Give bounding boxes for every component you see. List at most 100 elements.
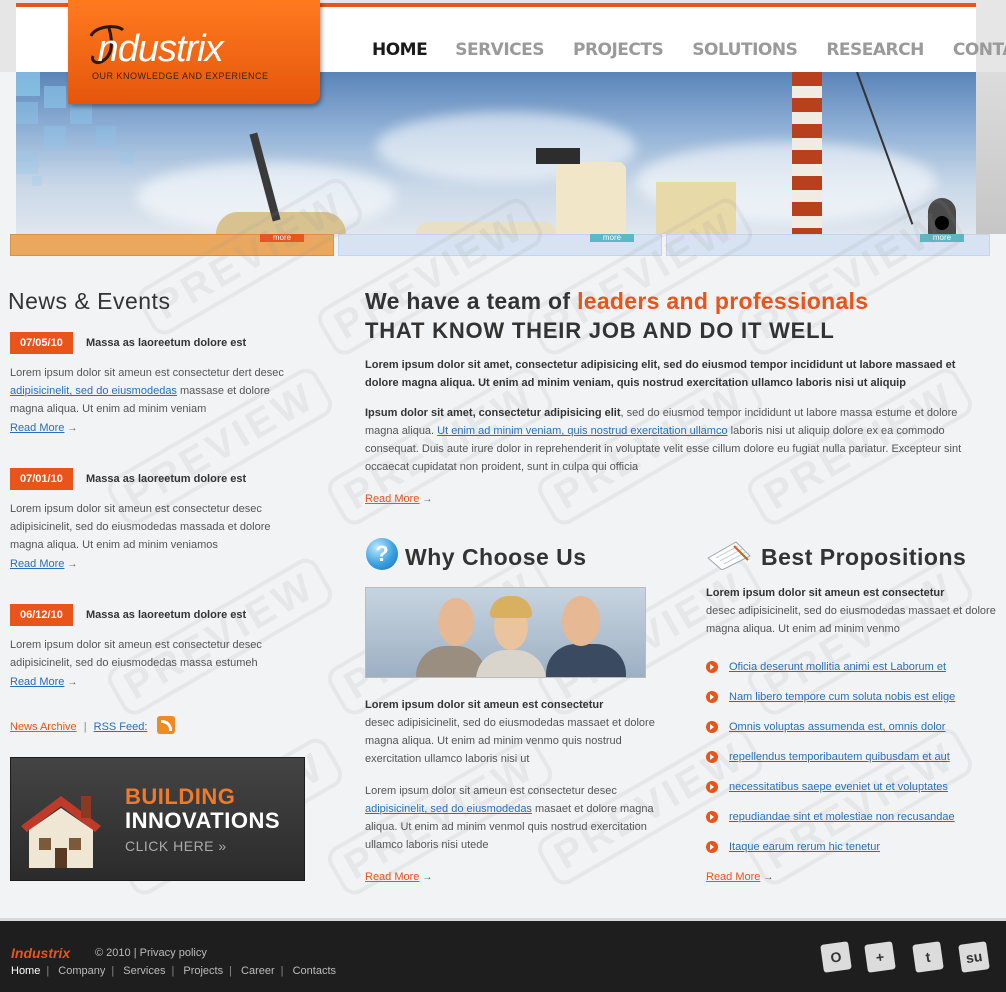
news-date-badge: 07/01/10 (10, 468, 73, 490)
nav-projects[interactable]: PROJECTS (573, 40, 664, 60)
list-item: repudiandae sint et molestiae non recusa… (706, 802, 996, 832)
team-heading: We have a team of leaders and profession… (365, 288, 869, 314)
best-read-more: Read More → (706, 867, 773, 885)
read-more-link[interactable]: Read More (10, 676, 64, 688)
promo-click-here[interactable]: CLICK HERE » (125, 838, 227, 854)
list-item: necessitatibus saepe eveniet ut et volup… (706, 772, 996, 802)
footer-link-career[interactable]: Career (241, 965, 275, 977)
slider-dot-icon[interactable] (935, 216, 949, 230)
nav-research[interactable]: RESEARCH (826, 40, 924, 60)
nav-contacts[interactable]: CONTACTS (953, 40, 1006, 60)
best-propositions-list: Oficia deserunt mollitia animi est Labor… (706, 652, 996, 862)
list-item: Omnis voluptas assumenda est, omnis dolo… (706, 712, 996, 742)
bullet-arrow-icon (706, 661, 718, 673)
footer-link-company[interactable]: Company (58, 965, 105, 977)
read-more-link[interactable]: Read More (10, 558, 64, 570)
list-item: Oficia deserunt mollitia animi est Labor… (706, 652, 996, 682)
banner-side (976, 72, 1006, 234)
news-date-badge: 07/05/10 (10, 332, 73, 354)
news-title[interactable]: Massa as laoreetum dolore est (86, 473, 246, 485)
arrow-right-icon: → (422, 494, 433, 505)
footer-link-home[interactable]: Home (11, 965, 40, 977)
rss-feed-link[interactable]: RSS Feed: (94, 721, 148, 733)
footer-copyright: © 2010 | Privacy policy (95, 947, 207, 959)
proposition-link[interactable]: Omnis voluptas assumenda est, omnis dolo… (729, 721, 945, 733)
arrow-right-icon: → (67, 677, 78, 688)
why-text-2: Lorem ipsum dolor sit ameun est consecte… (365, 785, 654, 851)
footer-nav: Home | Company | Services | Projects | Caree… (11, 965, 337, 977)
list-item: Nam libero tempore cum soluta nobis est … (706, 682, 996, 712)
footer-link-projects[interactable]: Projects (183, 965, 223, 977)
promo-line-2: INNOVATIONS (125, 808, 281, 833)
news-title[interactable]: Massa as laoreetum dolore est (86, 337, 246, 349)
tab-more-button-2[interactable]: more (590, 234, 634, 242)
bullet-arrow-icon (706, 691, 718, 703)
news-archive-link[interactable]: News Archive (10, 721, 77, 733)
read-more-link[interactable]: Read More (10, 422, 64, 434)
bullet-arrow-icon (706, 751, 718, 763)
footer-link-services[interactable]: Services (123, 965, 165, 977)
bullet-arrow-icon (706, 721, 718, 733)
proposition-link[interactable]: Nam libero tempore cum soluta nobis est … (729, 691, 955, 703)
nav-solutions[interactable]: SOLUTIONS (692, 40, 798, 60)
logo[interactable]: Industrix OUR KNOWLEDGE AND EXPERIENCE (68, 0, 320, 104)
news-inline-link[interactable]: adipisicinelit, sed do eiusmodedas (10, 385, 177, 397)
proposition-link[interactable]: Oficia deserunt mollitia animi est Labor… (729, 661, 946, 673)
list-item: repellendus temporibautem quibusdam et a… (706, 742, 996, 772)
team-paragraph: Ipsum dolor sit amet, consectetur adipis… (365, 407, 962, 473)
team-inline-link[interactable]: Ut enim ad minim veniam, quis nostrud ex… (437, 425, 727, 437)
arrow-right-icon: → (422, 872, 433, 883)
proposition-link[interactable]: necessitatibus saepe eveniet ut et volup… (729, 781, 948, 793)
why-heading: Why Choose Us (405, 544, 587, 570)
team-read-more: Read More → (365, 489, 432, 507)
question-icon: ? (366, 538, 398, 570)
footer-link-contacts[interactable]: Contacts (293, 965, 336, 977)
bullet-arrow-icon (706, 811, 718, 823)
read-more-link[interactable]: Read More (365, 871, 419, 883)
team-intro: Lorem ipsum dolor sit amet, consectetur … (365, 359, 956, 389)
notepad-icon (707, 541, 751, 570)
logo-name: Industrix (88, 28, 224, 71)
arrow-right-icon: → (763, 872, 774, 883)
logo-name-rest: ndustrix (97, 28, 224, 70)
tab-more-button-3[interactable]: more (920, 234, 964, 242)
team-photo (365, 587, 646, 678)
bullet-arrow-icon (706, 841, 718, 853)
news-item: 06/12/10 Massa as laoreetum dolore est L… (10, 604, 306, 690)
footer: Industrix © 2010 | Privacy policy Home | … (0, 918, 1006, 992)
nav-services[interactable]: SERVICES (455, 40, 544, 60)
feature-tabs: more more more (0, 234, 1006, 258)
why-text: Lorem ipsum dolor sit ameun est consecte… (365, 699, 655, 765)
social-delicious-icon[interactable]: + (864, 941, 896, 973)
proposition-link[interactable]: repudiandae sint et molestiae non recusa… (729, 811, 955, 823)
main-nav: HOME SERVICES PROJECTS SOLUTIONS RESEARC… (372, 40, 1006, 60)
team-subheading: THAT KNOW THEIR JOB AND DO IT WELL (365, 318, 835, 343)
read-more-link[interactable]: Read More (365, 493, 419, 505)
promo-line-1: BUILDING (125, 784, 236, 809)
news-title[interactable]: Massa as laoreetum dolore est (86, 609, 246, 621)
proposition-link[interactable]: repellendus temporibautem quibusdam et a… (729, 751, 950, 763)
best-heading: Best Propositions (761, 544, 967, 570)
list-item: Itaque earum rerum hic tenetur (706, 832, 996, 862)
stumbleupon-icon[interactable]: su (958, 941, 990, 973)
rss-icon[interactable] (156, 716, 175, 734)
logo-tagline: OUR KNOWLEDGE AND EXPERIENCE (92, 71, 269, 81)
proposition-link[interactable]: Itaque earum rerum hic tenetur (729, 841, 880, 853)
twitter-icon[interactable]: t (912, 941, 944, 973)
news-item: 07/01/10 Massa as laoreetum dolore est L… (10, 468, 306, 572)
footer-logo[interactable]: Industrix (11, 945, 70, 961)
news-heading: News & Events (8, 288, 171, 314)
bullet-arrow-icon (706, 781, 718, 793)
news-date-badge: 06/12/10 (10, 604, 73, 626)
why-read-more: Read More → (365, 867, 432, 885)
why-inline-link[interactable]: adipisicinelit, sed do eiusmodedas (365, 803, 532, 815)
news-text: Lorem ipsum dolor sit ameun est consecte… (10, 503, 271, 551)
social-circle-icon[interactable]: O (820, 941, 852, 973)
nav-home[interactable]: HOME (372, 40, 428, 60)
building-innovations-banner[interactable]: BUILDING INNOVATIONS CLICK HERE » (10, 757, 305, 881)
house-icon (21, 796, 101, 868)
tab-more-button-1[interactable]: more (260, 234, 304, 242)
news-text: Lorem ipsum dolor sit ameun est consecte… (10, 367, 284, 415)
read-more-link[interactable]: Read More (706, 871, 760, 883)
news-archive-row: News Archive | RSS Feed: (10, 716, 175, 734)
